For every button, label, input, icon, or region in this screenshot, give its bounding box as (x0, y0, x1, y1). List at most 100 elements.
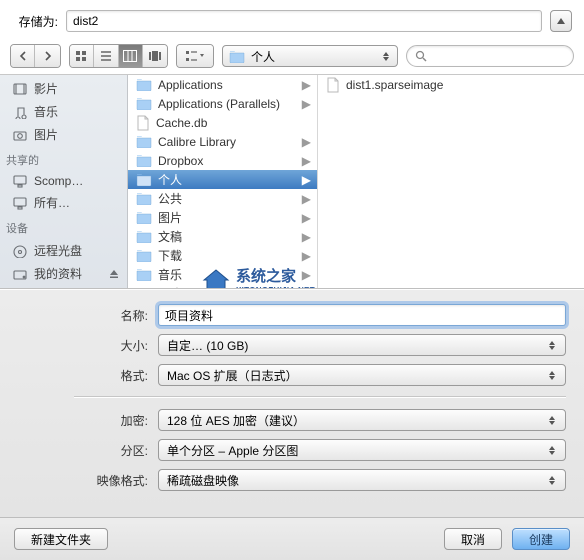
name-label: 名称: (18, 307, 158, 324)
nav-forward-button[interactable] (35, 45, 59, 67)
format-label: 格式: (18, 367, 158, 384)
sidebar-item[interactable]: Scomp… (0, 171, 127, 191)
column-row[interactable]: dist1.sparseimage (318, 75, 584, 94)
name-input[interactable] (158, 304, 566, 326)
chevron-right-icon: ▶ (302, 192, 311, 206)
file-icon (136, 115, 150, 131)
save-as-input[interactable] (66, 10, 542, 32)
column-2: dist1.sparseimage (318, 75, 584, 288)
row-label: Dropbox (158, 154, 203, 168)
folder-icon (136, 268, 152, 281)
row-label: 影片 (158, 285, 182, 288)
row-label: 图片 (158, 209, 182, 226)
sidebar: 影片音乐图片 共享的 Scomp…所有… 设备 远程光盘我的资料 (0, 75, 128, 288)
image-format-select[interactable]: 稀疏磁盘映像 (158, 469, 566, 491)
column-row[interactable]: 公共▶ (128, 189, 317, 208)
chevron-right-icon: ▶ (302, 173, 311, 187)
nav-back-button[interactable] (11, 45, 35, 67)
options-panel: 名称: 大小: 自定… (10 GB) 格式: Mac OS 扩展（日志式） 加… (0, 289, 584, 518)
folder-icon (136, 249, 152, 262)
row-label: 文稿 (158, 228, 182, 245)
search-input[interactable] (431, 49, 565, 63)
row-label: Calibre Library (158, 135, 236, 149)
view-columns-button[interactable] (119, 45, 143, 67)
chevron-right-icon: ▶ (302, 211, 311, 225)
partition-label: 分区: (18, 442, 158, 459)
search-field[interactable] (406, 45, 574, 67)
column-row[interactable]: Dropbox ▶ (128, 151, 317, 170)
format-select[interactable]: Mac OS 扩展（日志式） (158, 364, 566, 386)
drive-icon (12, 267, 28, 281)
encrypt-select[interactable]: 128 位 AES 加密（建议） (158, 409, 566, 431)
chevrons-icon (549, 371, 557, 380)
row-label: 下载 (158, 247, 182, 264)
path-dropdown[interactable]: 个人 (222, 45, 398, 67)
triangle-up-icon (557, 18, 565, 24)
arrange-group (176, 44, 214, 68)
partition-select[interactable]: 单个分区 – Apple 分区图 (158, 439, 566, 461)
column-row[interactable]: Applications (Parallels) ▶ (128, 94, 317, 113)
file-icon (326, 77, 340, 93)
chevrons-icon (549, 416, 557, 425)
search-icon (415, 50, 427, 62)
column-row[interactable]: 影片▶ (128, 284, 317, 288)
column-row[interactable]: 下载▶ (128, 246, 317, 265)
column-row[interactable]: 个人▶ (128, 170, 317, 189)
monitor-icon (12, 174, 28, 188)
collapse-toggle-button[interactable] (550, 10, 572, 32)
film-icon (12, 82, 28, 96)
sidebar-item[interactable]: 所有… (0, 191, 127, 214)
sidebar-item-label: 我的资料 (34, 265, 82, 282)
view-icon-button[interactable] (70, 45, 94, 67)
folder-icon (136, 192, 152, 205)
column-row[interactable]: 文稿 ▶ (128, 227, 317, 246)
sidebar-item-label: 图片 (34, 126, 58, 143)
folder-icon (136, 78, 152, 91)
folder-icon (136, 211, 152, 224)
music-icon (12, 105, 28, 119)
column-row[interactable]: Cache.db (128, 113, 317, 132)
column-row[interactable]: Calibre Library ▶ (128, 132, 317, 151)
chevrons-icon (549, 476, 557, 485)
path-label: 个人 (251, 48, 275, 65)
row-label: Applications (Parallels) (158, 97, 280, 111)
size-value: 自定… (10 GB) (167, 337, 248, 354)
sidebar-item-label: 所有… (34, 194, 70, 211)
folder-icon (136, 135, 152, 148)
cancel-button[interactable]: 取消 (444, 528, 502, 550)
sidebar-item[interactable]: 影片 (0, 77, 127, 100)
column-1: Applications▶Applications (Parallels)▶Ca… (128, 75, 318, 288)
new-folder-button[interactable]: 新建文件夹 (14, 528, 108, 550)
partition-value: 单个分区 – Apple 分区图 (167, 442, 298, 459)
sidebar-item[interactable]: 音乐 (0, 100, 127, 123)
sidebar-item[interactable]: 图片 (0, 123, 127, 146)
view-list-button[interactable] (94, 45, 118, 67)
chevron-right-icon: ▶ (302, 230, 311, 244)
folder-icon (136, 154, 152, 167)
size-select[interactable]: 自定… (10 GB) (158, 334, 566, 356)
chevron-right-icon: ▶ (302, 135, 311, 149)
view-coverflow-button[interactable] (143, 45, 167, 67)
column-row[interactable]: 音乐▶ (128, 265, 317, 284)
create-button[interactable]: 创建 (512, 528, 570, 550)
nav-back-forward (10, 44, 61, 68)
row-label: 音乐 (158, 266, 182, 283)
folder-icon (136, 287, 152, 288)
column-row[interactable]: 图片 ▶ (128, 208, 317, 227)
save-as-label: 存储为: (12, 13, 58, 30)
chevron-right-icon: ▶ (302, 154, 311, 168)
sidebar-item-label: 音乐 (34, 103, 58, 120)
sidebar-shared-header: 共享的 (0, 146, 127, 171)
folder-icon (229, 50, 245, 63)
arrange-button[interactable] (177, 45, 213, 67)
sidebar-item-label: 远程光盘 (34, 242, 82, 259)
folder-icon (136, 230, 152, 243)
image-format-value: 稀疏磁盘映像 (167, 472, 239, 489)
chevron-right-icon: ▶ (302, 97, 311, 111)
column-row[interactable]: Applications▶ (128, 75, 317, 94)
image-format-label: 映像格式: (18, 472, 158, 489)
sidebar-item[interactable]: 远程光盘 (0, 239, 127, 262)
eject-icon[interactable] (109, 269, 119, 279)
sidebar-item[interactable]: 我的资料 (0, 262, 127, 285)
encrypt-label: 加密: (18, 412, 158, 429)
